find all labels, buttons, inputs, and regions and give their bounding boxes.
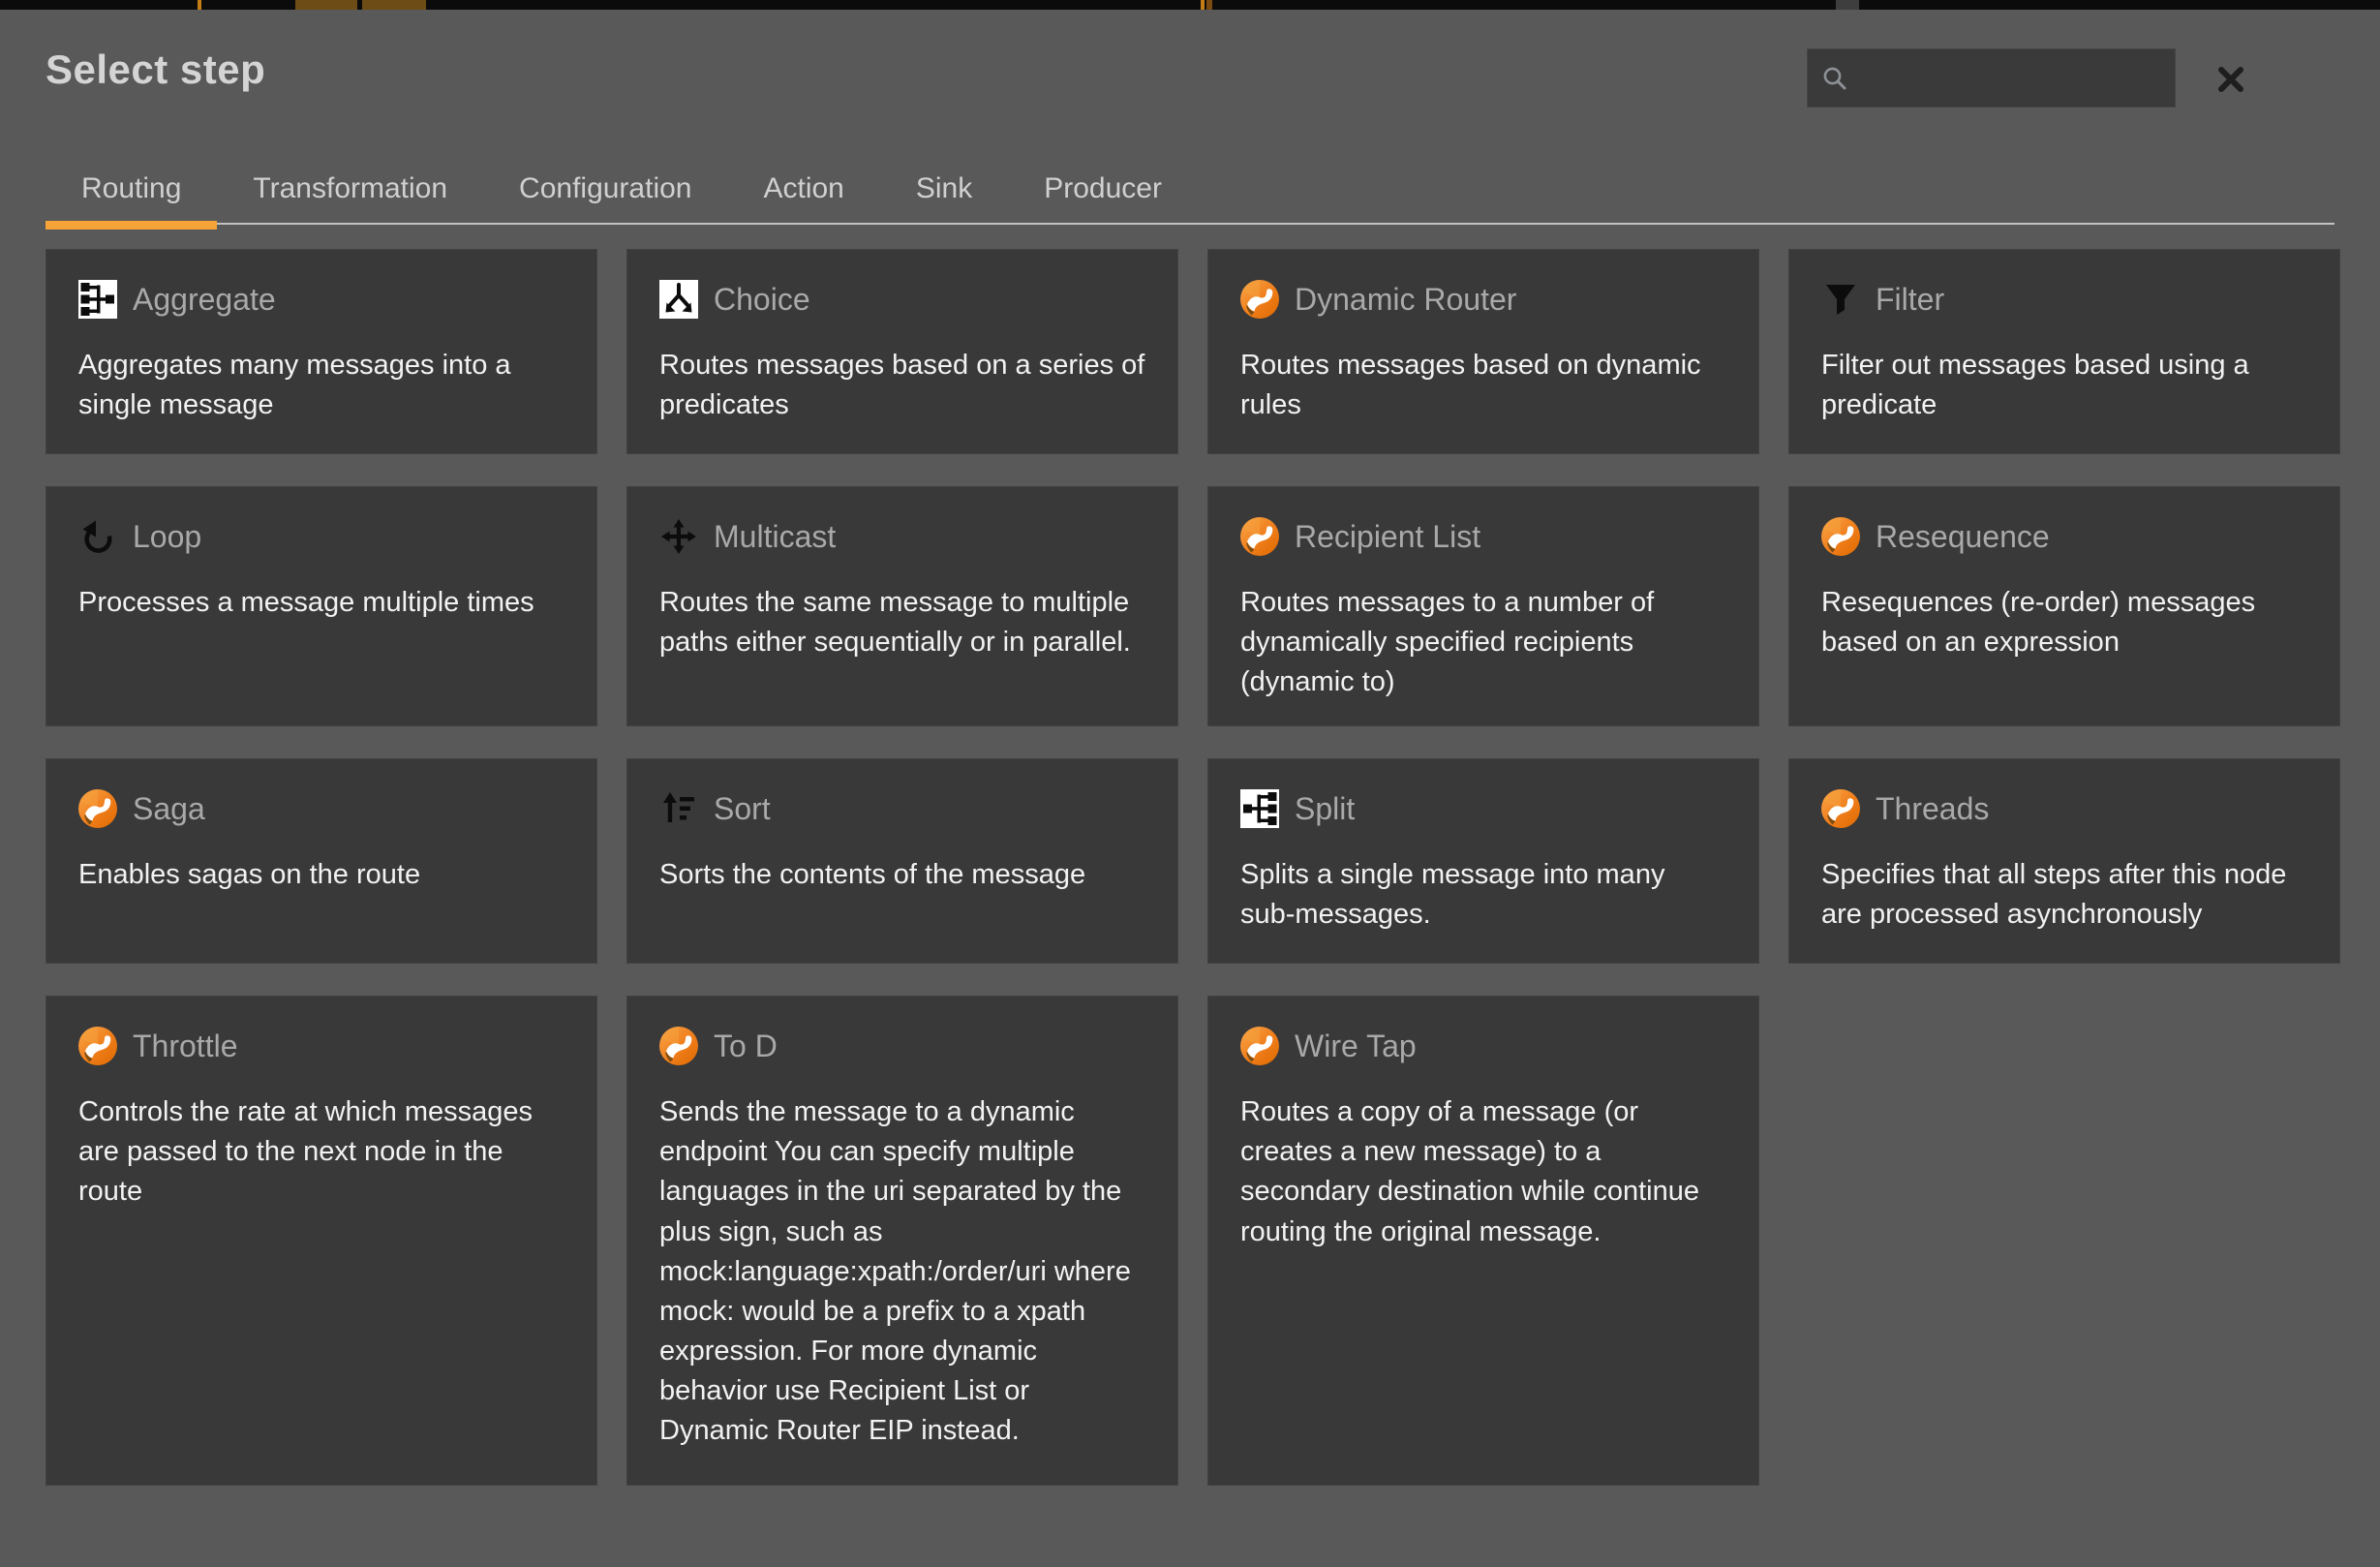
camel-icon xyxy=(78,1027,117,1065)
step-card-header: Aggregate xyxy=(78,278,564,321)
tab-producer[interactable]: Producer xyxy=(1008,153,1198,225)
step-card-resequence[interactable]: Resequence Resequences (re-order) messag… xyxy=(1788,486,2340,726)
step-title: Split xyxy=(1295,791,1355,827)
step-title: Throttle xyxy=(133,1029,237,1064)
background-tab-fragment xyxy=(1201,0,1205,10)
step-description: Aggregates many messages into a single m… xyxy=(78,346,564,425)
step-description: Routes messages based on a series of pre… xyxy=(659,346,1145,425)
step-card-split[interactable]: Split Splits a single message into many … xyxy=(1207,758,1759,964)
aggregate-icon xyxy=(78,280,117,319)
dialog-title: Select step xyxy=(46,46,265,93)
step-card-header: Sort xyxy=(659,787,1145,830)
step-title: Filter xyxy=(1876,282,1944,318)
step-description: Routes the same message to multiple path… xyxy=(659,583,1145,662)
tab-routing[interactable]: Routing xyxy=(46,153,217,225)
step-card-multicast[interactable]: Multicast Routes the same message to mul… xyxy=(626,486,1178,726)
step-title: Multicast xyxy=(714,519,836,555)
step-card-header: Throttle xyxy=(78,1025,564,1067)
camel-icon xyxy=(1821,517,1860,556)
step-card-saga[interactable]: Saga Enables sagas on the route xyxy=(46,758,597,964)
step-card-loop[interactable]: Loop Processes a message multiple times xyxy=(46,486,597,726)
step-card-recipient-list[interactable]: Recipient List Routes messages to a numb… xyxy=(1207,486,1759,726)
step-description: Specifies that all steps after this node… xyxy=(1821,855,2307,935)
step-card-header: Split xyxy=(1240,787,1726,830)
step-card-header: To D xyxy=(659,1025,1145,1067)
step-title: Loop xyxy=(133,519,201,555)
step-title: Threads xyxy=(1876,791,1989,827)
close-icon xyxy=(2216,65,2245,94)
step-description: Controls the rate at which messages are … xyxy=(78,1092,564,1213)
tab-configuration[interactable]: Configuration xyxy=(483,153,727,225)
camel-icon xyxy=(78,789,117,828)
search-icon xyxy=(1821,65,1848,92)
loop-icon xyxy=(78,517,117,556)
split-icon xyxy=(1240,789,1279,828)
step-card-sort[interactable]: Sort Sorts the contents of the message xyxy=(626,758,1178,964)
step-title: Recipient List xyxy=(1295,519,1480,555)
filter-icon xyxy=(1821,280,1860,319)
background-tab-fragment xyxy=(198,0,201,10)
background-tab-fragment xyxy=(295,0,357,10)
close-button[interactable] xyxy=(2206,54,2256,105)
tab-bar: RoutingTransformationConfigurationAction… xyxy=(46,153,2334,225)
step-card-throttle[interactable]: Throttle Controls the rate at which mess… xyxy=(46,996,597,1486)
multicast-icon xyxy=(659,517,698,556)
step-description: Sorts the contents of the message xyxy=(659,855,1145,895)
step-description: Splits a single message into many sub-me… xyxy=(1240,855,1726,935)
step-description: Sends the message to a dynamic endpoint … xyxy=(659,1092,1145,1452)
step-card-threads[interactable]: Threads Specifies that all steps after t… xyxy=(1788,758,2340,964)
step-title: Resequence xyxy=(1876,519,2050,555)
search-input[interactable] xyxy=(1858,48,2205,108)
background-tab-fragment xyxy=(362,0,426,10)
sort-icon xyxy=(659,789,698,828)
step-title: Dynamic Router xyxy=(1295,282,1516,318)
step-title: Saga xyxy=(133,791,205,827)
tab-transformation[interactable]: Transformation xyxy=(217,153,483,225)
camel-icon xyxy=(1821,789,1860,828)
background-tab-fragment xyxy=(1206,0,1212,10)
step-description: Routes messages to a number of dynamical… xyxy=(1240,583,1726,703)
choice-icon xyxy=(659,280,698,319)
camel-icon xyxy=(1240,280,1279,319)
search-box[interactable] xyxy=(1807,48,2176,108)
step-card-header: Saga xyxy=(78,787,564,830)
step-card-grid: Aggregate Aggregates many messages into … xyxy=(46,249,2340,1486)
step-description: Filter out messages based using a predic… xyxy=(1821,346,2307,425)
step-card-header: Wire Tap xyxy=(1240,1025,1726,1067)
camel-icon xyxy=(659,1027,698,1065)
step-title: Wire Tap xyxy=(1295,1029,1417,1064)
step-title: Sort xyxy=(714,791,771,827)
tab-sink[interactable]: Sink xyxy=(880,153,1008,225)
step-title: Choice xyxy=(714,282,810,318)
step-card-filter[interactable]: Filter Filter out messages based using a… xyxy=(1788,249,2340,454)
camel-icon xyxy=(1240,1027,1279,1065)
camel-icon xyxy=(1240,517,1279,556)
step-card-header: Multicast xyxy=(659,515,1145,558)
step-card-to-d[interactable]: To D Sends the message to a dynamic endp… xyxy=(626,996,1178,1486)
step-card-header: Dynamic Router xyxy=(1240,278,1726,321)
tab-action[interactable]: Action xyxy=(727,153,879,225)
step-card-header: Threads xyxy=(1821,787,2307,830)
step-card-header: Choice xyxy=(659,278,1145,321)
step-description: Routes a copy of a message (or creates a… xyxy=(1240,1092,1726,1252)
step-description: Resequences (re-order) messages based on… xyxy=(1821,583,2307,662)
step-card-header: Resequence xyxy=(1821,515,2307,558)
step-card-header: Loop xyxy=(78,515,564,558)
step-card-aggregate[interactable]: Aggregate Aggregates many messages into … xyxy=(46,249,597,454)
background-app-strip xyxy=(0,0,2380,10)
step-description: Processes a message multiple times xyxy=(78,583,564,623)
step-title: Aggregate xyxy=(133,282,276,318)
step-card-dynamic-router[interactable]: Dynamic Router Routes messages based on … xyxy=(1207,249,1759,454)
step-card-header: Recipient List xyxy=(1240,515,1726,558)
step-description: Routes messages based on dynamic rules xyxy=(1240,346,1726,425)
step-card-header: Filter xyxy=(1821,278,2307,321)
background-tab-fragment xyxy=(1836,0,1859,10)
step-card-choice[interactable]: Choice Routes messages based on a series… xyxy=(626,249,1178,454)
step-title: To D xyxy=(714,1029,778,1064)
step-card-wire-tap[interactable]: Wire Tap Routes a copy of a message (or … xyxy=(1207,996,1759,1486)
step-description: Enables sagas on the route xyxy=(78,855,564,895)
